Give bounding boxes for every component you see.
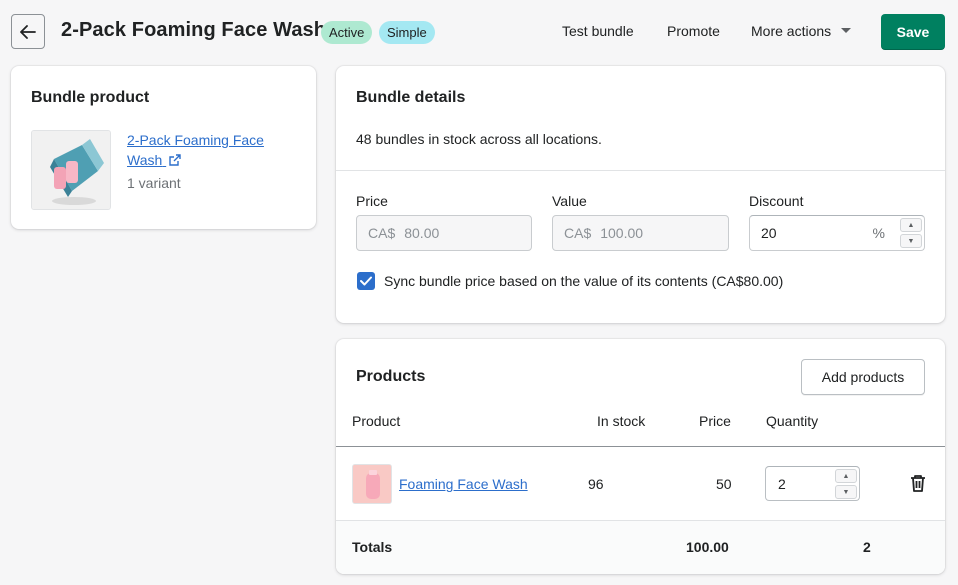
value-value: 100.00: [600, 225, 644, 241]
price-label: Price: [356, 193, 388, 209]
sync-price-checkbox[interactable]: [357, 272, 375, 290]
decrement-button[interactable]: ▼: [900, 234, 922, 248]
totals-label: Totals: [352, 539, 393, 555]
section-divider: [336, 170, 945, 171]
more-actions-label: More actions: [751, 23, 832, 39]
discount-stepper: ▲ ▼: [900, 218, 922, 248]
discount-value: 20: [761, 225, 777, 241]
bundle-product-card: Bundle product 2-Pack Foaming Face Wash …: [11, 66, 316, 229]
bundle-product-thumbnail: [31, 130, 111, 210]
table-header-divider: [336, 446, 945, 447]
arrow-left-icon: [20, 24, 36, 39]
value-label: Value: [552, 193, 587, 209]
back-button[interactable]: [11, 14, 45, 49]
status-badge: Active: [321, 21, 373, 44]
in-stock-value: 96: [588, 476, 604, 492]
price-field[interactable]: CA$ 80.00: [356, 215, 532, 251]
stock-summary: 48 bundles in stock across all locations…: [356, 131, 602, 147]
discount-label: Discount: [749, 193, 804, 209]
external-link-icon: [169, 154, 181, 166]
save-button[interactable]: Save: [881, 14, 945, 50]
value-prefix: CA$: [564, 225, 592, 241]
quantity-value: 2: [778, 475, 786, 492]
increment-button[interactable]: ▲: [835, 469, 857, 483]
increment-button[interactable]: ▲: [900, 218, 922, 232]
totals-price: 100.00: [686, 539, 729, 555]
checkmark-icon: [360, 276, 372, 286]
column-header-in-stock: In stock: [597, 413, 646, 429]
products-card: Products Add products Product In stock P…: [336, 339, 945, 574]
bundle-product-title: Bundle product: [31, 89, 150, 106]
variant-count: 1 variant: [127, 175, 181, 191]
page-header: 2-Pack Foaming Face Wash Active Simple T…: [0, 0, 958, 64]
test-bundle-button[interactable]: Test bundle: [562, 23, 634, 39]
price-prefix: CA$: [368, 225, 396, 241]
page-title: 2-Pack Foaming Face Wash: [61, 19, 327, 41]
bundle-details-title: Bundle details: [356, 89, 466, 106]
discount-field[interactable]: 20 % ▲ ▼: [749, 215, 925, 251]
totals-quantity: 2: [863, 539, 871, 555]
discount-suffix: %: [872, 225, 885, 241]
value-field[interactable]: CA$ 100.00: [552, 215, 729, 251]
trash-icon[interactable]: [910, 474, 926, 492]
add-products-button[interactable]: Add products: [801, 359, 925, 395]
bundle-product-name: 2-Pack Foaming Face Wash: [127, 132, 264, 168]
decrement-button[interactable]: ▼: [835, 485, 857, 499]
bundle-details-card: Bundle details 48 bundles in stock acros…: [336, 66, 945, 323]
column-header-product: Product: [352, 413, 401, 429]
product-thumbnail: [352, 464, 392, 504]
promote-button[interactable]: Promote: [667, 23, 720, 39]
column-header-quantity: Quantity: [766, 413, 819, 429]
bundle-product-link[interactable]: 2-Pack Foaming Face Wash: [127, 130, 297, 170]
product-image: [32, 131, 110, 209]
quantity-stepper[interactable]: 2 ▲ ▼: [765, 466, 860, 501]
product-link[interactable]: Foaming Face Wash: [399, 476, 528, 492]
type-badge: Simple: [379, 21, 435, 44]
price-value: 50: [716, 476, 732, 492]
product-image: [353, 465, 391, 503]
products-title: Products: [356, 368, 426, 385]
quantity-stepper-buttons: ▲ ▼: [835, 469, 857, 499]
sync-price-label[interactable]: Sync bundle price based on the value of …: [384, 273, 783, 289]
caret-down-icon: [841, 28, 852, 33]
totals-row: [336, 521, 945, 574]
column-header-price: Price: [699, 413, 731, 429]
price-value: 80.00: [404, 225, 440, 241]
more-actions-button[interactable]: More actions: [751, 23, 852, 39]
